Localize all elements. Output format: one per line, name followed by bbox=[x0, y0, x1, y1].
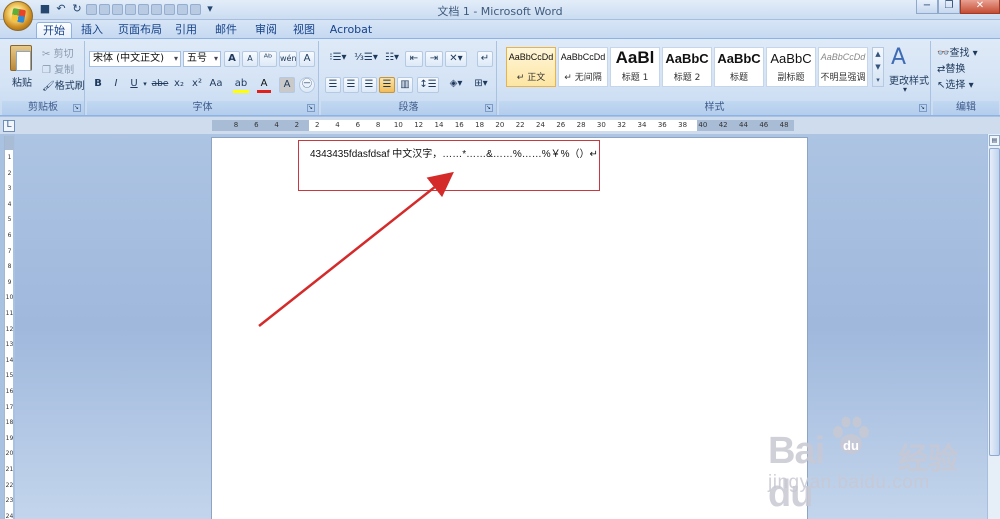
watermark-url: jingyan.baidu.com bbox=[768, 472, 930, 493]
paw-icon: du bbox=[833, 416, 869, 454]
svg-text:du: du bbox=[843, 438, 859, 453]
office-button[interactable] bbox=[3, 1, 33, 31]
scroll-thumb[interactable] bbox=[989, 148, 1000, 456]
office-logo-icon bbox=[10, 7, 27, 24]
vertical-scrollbar[interactable]: ▤ bbox=[987, 134, 1000, 519]
ruler-toggle-icon[interactable]: ▤ bbox=[989, 135, 1000, 146]
